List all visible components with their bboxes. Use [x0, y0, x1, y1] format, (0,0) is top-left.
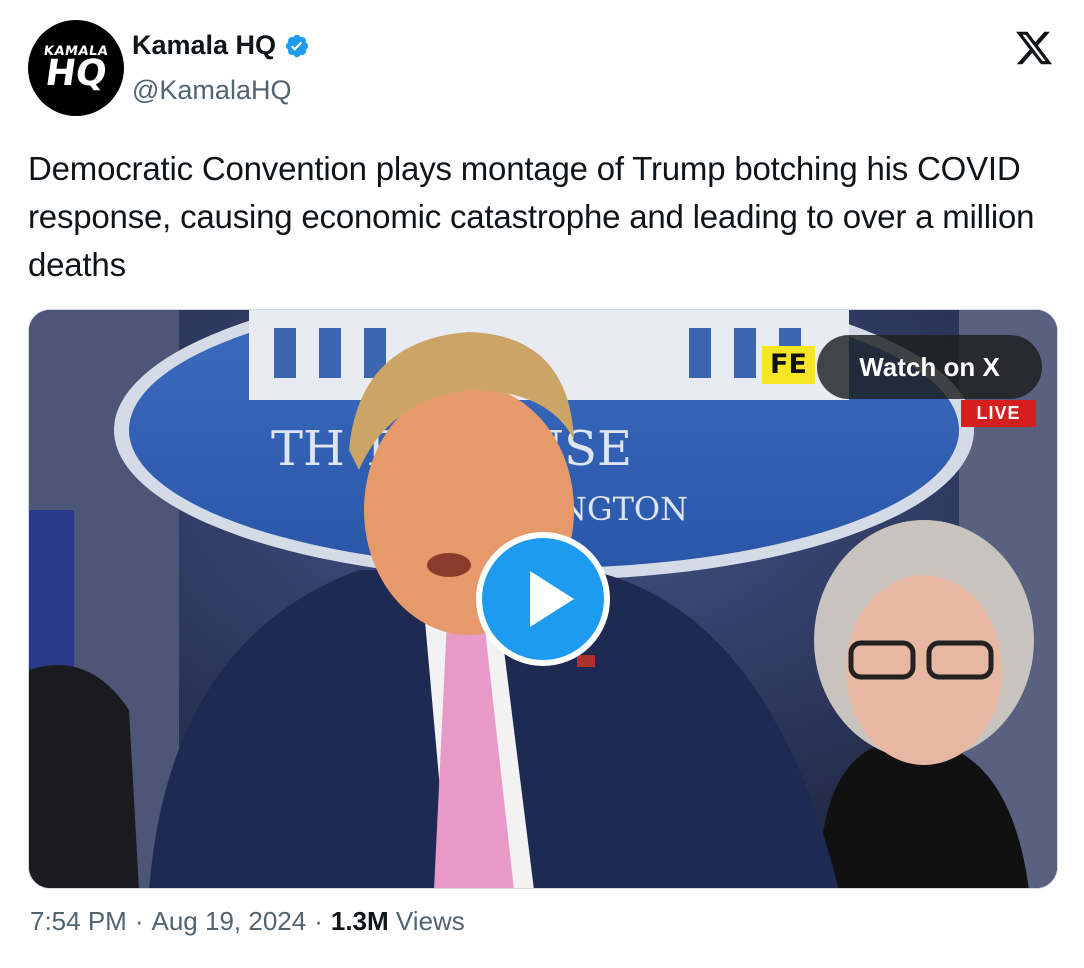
- name-row: Kamala HQ: [132, 30, 310, 61]
- verified-badge-icon: [284, 33, 310, 59]
- tweet-meta: 7:54 PM · Aug 19, 2024 · 1.3M Views: [30, 906, 465, 937]
- avatar[interactable]: KAMALA HQ: [28, 20, 124, 116]
- views-count: 1.3M: [330, 906, 389, 936]
- handle[interactable]: @KamalaHQ: [132, 75, 291, 106]
- watch-on-x-button[interactable]: Watch on X: [817, 335, 1042, 399]
- avatar-text-bottom: HQ: [42, 53, 110, 94]
- display-name[interactable]: Kamala HQ: [132, 30, 276, 61]
- play-button[interactable]: [476, 532, 610, 666]
- tweet-time[interactable]: 7:54 PM: [30, 906, 127, 937]
- tweet-date[interactable]: Aug 19, 2024: [152, 906, 307, 937]
- play-icon: [530, 571, 574, 627]
- separator: ·: [314, 906, 323, 936]
- video-player[interactable]: TH TE HOUSE NGTON FE LIVE Watch on X: [28, 309, 1058, 889]
- live-badge: LIVE: [961, 400, 1036, 427]
- x-logo-icon[interactable]: [1014, 28, 1054, 68]
- fe-tag: FE: [762, 346, 815, 384]
- views-label: Views: [395, 906, 465, 936]
- separator: ·: [134, 906, 144, 936]
- tweet-header: KAMALA HQ Kamala HQ @KamalaHQ: [28, 20, 1058, 120]
- seal-text-2: NGTON: [559, 490, 688, 528]
- tweet-text: Democratic Convention plays montage of T…: [28, 150, 1035, 283]
